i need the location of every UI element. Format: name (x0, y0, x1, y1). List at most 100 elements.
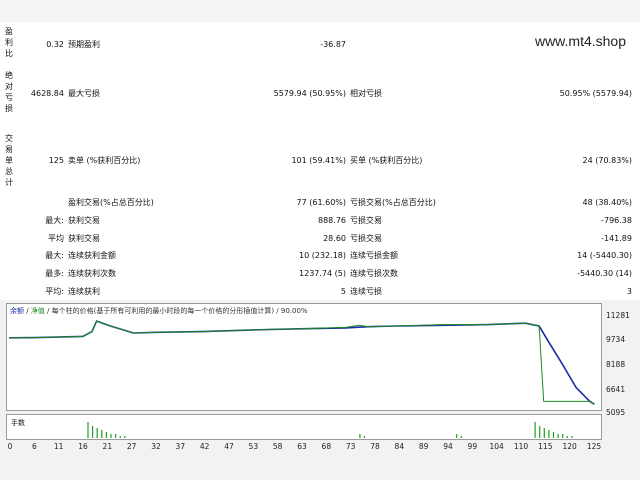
volume-bar (110, 434, 112, 438)
stat-value: -796.38 (601, 216, 632, 225)
stat-label: 连续亏损次数 (350, 269, 398, 278)
volume-bar (101, 430, 103, 438)
vlabel-char: 损 (5, 104, 13, 113)
vlabel-char: 总 (5, 167, 13, 176)
volume-bar (557, 434, 559, 438)
balance-chart (8, 320, 595, 405)
x-tick-label: 27 (126, 442, 137, 451)
x-tick-label: 11 (53, 442, 64, 451)
stat-value: 28.60 (323, 234, 346, 243)
stat-label: 连续亏损金额 (350, 251, 398, 260)
stat-label: 亏损交易 (350, 234, 382, 243)
vlabel-char: 比 (5, 49, 13, 58)
x-tick-label: 120 (562, 442, 577, 451)
volume-chart (87, 422, 573, 438)
legend-separator: / (24, 307, 31, 315)
y-tick-label: 5095 (606, 408, 626, 417)
x-tick-label: 53 (248, 442, 259, 451)
volume-panel: 手数 (6, 414, 602, 440)
relative-drawdown-value: 50.95% (5579.94) (559, 89, 632, 98)
volume-bar (571, 436, 573, 438)
volume-bar (566, 436, 568, 438)
stat-prefix: 最大: (45, 251, 64, 260)
x-tick-label: 125 (586, 442, 602, 451)
volume-bar (96, 428, 98, 438)
short-positions-label: 卖单 (%获利百分比) (68, 156, 141, 165)
volume-bar (87, 422, 89, 438)
stat-label: 连续获利次数 (68, 269, 116, 278)
volume-bar (460, 436, 462, 438)
volume-bar (119, 436, 121, 438)
stat-label: 获利交易 (68, 216, 100, 225)
vlabel-char: 利 (5, 38, 13, 47)
volume-bar (548, 430, 550, 438)
stat-value: 5 (340, 287, 346, 296)
legend-equity: 净值 (30, 307, 45, 315)
y-tick-label: 6641 (606, 385, 626, 394)
expected-payoff-label: 预期盈利 (68, 40, 100, 49)
legend-balance: 余额 (10, 307, 24, 315)
stat-label: 亏损交易(%占总百分比) (350, 198, 436, 207)
total-trades-value: 125 (48, 156, 64, 165)
vlabel-char: 交 (5, 134, 13, 143)
x-tick-label: 37 (175, 442, 186, 451)
vlabel-char: 易 (5, 145, 13, 154)
stat-value: 3 (626, 287, 632, 296)
relative-drawdown-label: 相对亏损 (350, 89, 382, 98)
vlabel-char: 计 (5, 178, 13, 187)
legend-description: / 每个柱的价格(基于所有可利用的最小时段的每一个价格的分形插值计算) / 90… (44, 307, 308, 315)
x-tick-label: 78 (370, 442, 380, 451)
stat-value: 48 (38.40%) (582, 198, 632, 207)
vlabel-char: 对 (5, 82, 13, 91)
vlabel-char: 单 (5, 156, 13, 165)
x-tick-label: 68 (321, 442, 332, 451)
balance-series-line (8, 320, 595, 405)
vertical-label-absolute-drawdown: 绝 对 亏 损 (4, 70, 14, 114)
stat-label: 盈利交易(%占总百分比) (68, 198, 154, 207)
x-tick-label: 47 (224, 442, 234, 451)
vlabel-char: 亏 (5, 93, 13, 102)
y-tick-label: 8188 (606, 360, 626, 369)
x-tick-label: 73 (345, 442, 356, 451)
volume-bar (456, 434, 458, 438)
x-tick-label: 110 (513, 442, 529, 451)
volume-label: 手数 (11, 419, 25, 427)
x-tick-label: 21 (102, 442, 113, 451)
balance-chart-panel (6, 303, 602, 411)
volume-bar (539, 426, 541, 438)
x-tick-label: 94 (443, 442, 453, 451)
x-tick-label: 16 (78, 442, 88, 451)
stat-label: 亏损交易 (350, 216, 382, 225)
volume-bar (363, 436, 366, 438)
volume-bar (115, 434, 117, 438)
maximal-drawdown-label: 最大亏损 (68, 89, 100, 98)
volume-bar (92, 426, 94, 438)
profit-ratio-value: 0.32 (46, 40, 64, 49)
stat-label: 连续亏损 (350, 287, 382, 296)
top-strip (0, 0, 640, 22)
x-tick-label: 6 (31, 442, 37, 451)
stat-value: -141.89 (601, 234, 632, 243)
maximal-drawdown-value: 5579.94 (50.95%) (273, 89, 346, 98)
vlabel-char: 绝 (5, 71, 13, 80)
vertical-label-total-trades: 交 易 单 总 计 (4, 133, 14, 188)
stat-label: 连续获利金额 (68, 251, 116, 260)
stat-label: 连续获利 (68, 287, 100, 296)
volume-bar (543, 428, 545, 438)
stat-label: 获利交易 (68, 234, 100, 243)
y-tick-label: 11281 (606, 311, 630, 320)
vertical-label-profit-ratio: 盈 利 比 (4, 26, 14, 59)
x-tick-label: 32 (151, 442, 161, 451)
x-tick-label: 58 (272, 442, 283, 451)
long-positions-label: 买单 (%获利百分比) (350, 156, 423, 165)
absolute-drawdown-value: 4628.84 (30, 89, 64, 98)
stat-prefix: 最多: (45, 269, 64, 278)
stat-prefix: 平均 (48, 234, 64, 243)
report-panel: www.mt4.shop 盈 利 比 绝 对 亏 损 交 易 单 总 计 0.3… (0, 0, 640, 300)
long-positions-value: 24 (70.83%) (582, 156, 632, 165)
stat-value: 10 (232.18) (299, 251, 346, 260)
volume-bar (124, 436, 126, 438)
x-tick-label: 89 (418, 442, 429, 451)
x-tick-label: 84 (394, 442, 405, 451)
stat-prefix: 平均: (45, 287, 64, 296)
